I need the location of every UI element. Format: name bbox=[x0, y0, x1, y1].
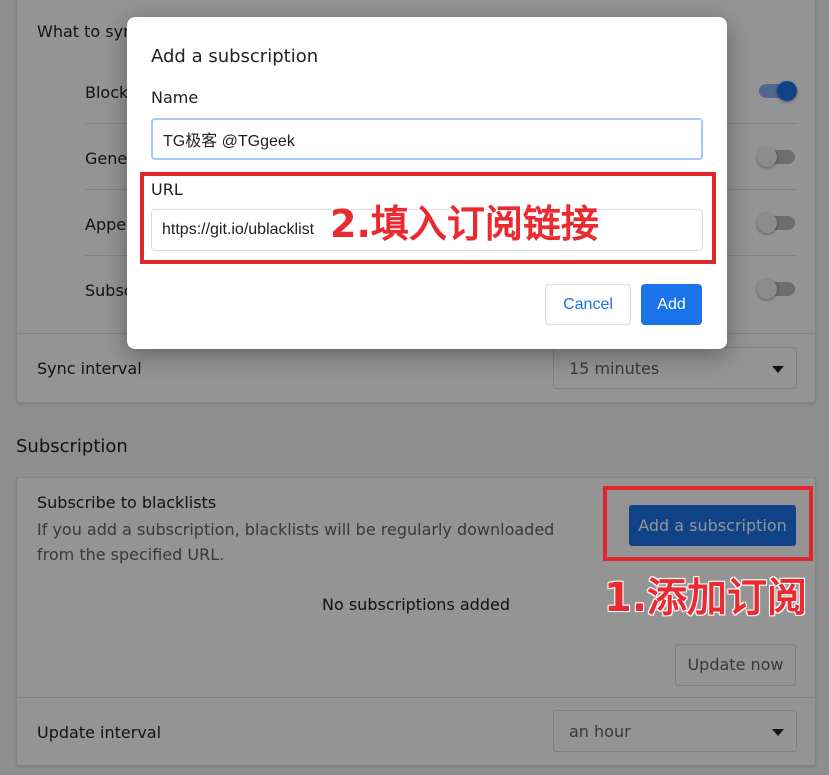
step1-annotation: 1.添加订阅 bbox=[603, 575, 808, 622]
add-button[interactable]: Add bbox=[641, 284, 702, 325]
name-input[interactable] bbox=[151, 118, 703, 160]
add-button-highlight-box bbox=[603, 486, 813, 561]
step2-annotation: 2.填入订阅链接 bbox=[330, 202, 600, 247]
name-label: Name bbox=[151, 88, 199, 107]
dialog-title: Add a subscription bbox=[151, 46, 319, 67]
cancel-button[interactable]: Cancel bbox=[545, 284, 631, 325]
